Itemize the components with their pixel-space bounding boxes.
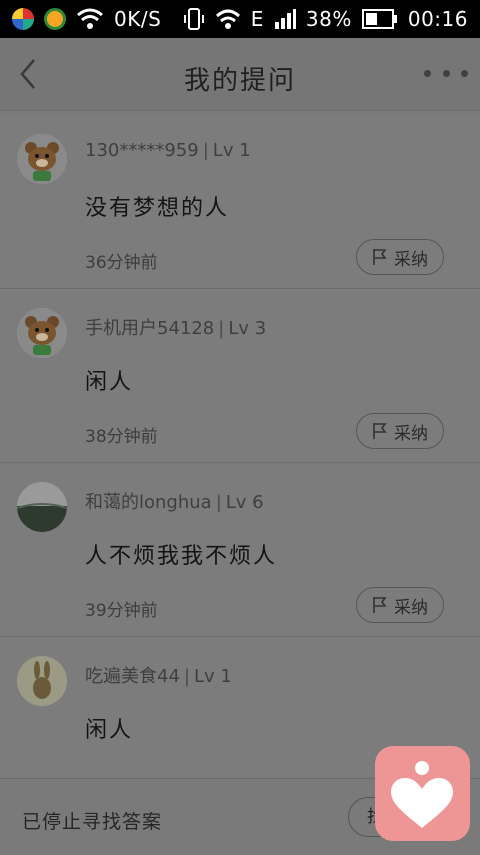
- app-notification-icon: [12, 8, 34, 30]
- question-time: 36分钟前: [85, 253, 158, 273]
- more-options-button[interactable]: [424, 58, 468, 88]
- question-item[interactable]: 手机用户54128 | Lv 3 闲人 38分钟前 采纳: [0, 290, 480, 463]
- question-time: 39分钟前: [85, 601, 158, 621]
- adopt-button[interactable]: 采纳: [356, 587, 444, 623]
- adopt-label: 采纳: [394, 597, 428, 618]
- network-type: E: [250, 7, 264, 31]
- flag-icon: [373, 249, 387, 265]
- app-notification-icon-2: [44, 8, 66, 30]
- meta-separator: |: [202, 140, 209, 161]
- question-item[interactable]: 和蔼的longhua | Lv 6 人不烦我我不烦人 39分钟前 采纳: [0, 464, 480, 637]
- floating-heart-button[interactable]: [375, 746, 470, 841]
- network-speed: 0K/S: [114, 7, 162, 31]
- more-dot-icon: [461, 69, 468, 77]
- question-meta: 吃遍美食44 | Lv 1: [85, 662, 232, 688]
- battery-percent: 38%: [305, 7, 352, 31]
- status-bar: 0K/S E 38% 00:16: [0, 0, 480, 38]
- top-navigation: 我的提问: [0, 38, 480, 111]
- question-meta: 130*****959 | Lv 1: [85, 140, 251, 161]
- battery-icon: [361, 9, 397, 29]
- more-dot-icon: [442, 69, 450, 77]
- username[interactable]: 手机用户54128: [85, 318, 214, 339]
- more-dot-icon: [424, 69, 431, 77]
- wifi-icon: [77, 8, 103, 29]
- question-text[interactable]: 闲人: [85, 712, 133, 744]
- question-meta: 手机用户54128 | Lv 3: [85, 314, 266, 340]
- username[interactable]: 吃遍美食44: [85, 666, 180, 687]
- cell-signal-icon: [274, 9, 296, 29]
- question-text[interactable]: 没有梦想的人: [85, 190, 229, 222]
- adopt-label: 采纳: [394, 423, 428, 444]
- question-list[interactable]: 130*****959 | Lv 1 没有梦想的人 36分钟前 采纳 手机用户5…: [0, 116, 480, 776]
- user-avatar[interactable]: [17, 482, 67, 532]
- user-level: Lv 1: [212, 140, 251, 161]
- question-text[interactable]: 人不烦我我不烦人: [85, 538, 277, 570]
- flag-icon: [373, 597, 387, 613]
- bear-avatar-icon: [17, 134, 67, 184]
- question-meta: 和蔼的longhua | Lv 6: [85, 488, 264, 514]
- meta-separator: |: [215, 492, 222, 513]
- meta-separator: |: [183, 666, 190, 687]
- username[interactable]: 130*****959: [85, 140, 199, 161]
- user-level: Lv 1: [193, 666, 232, 687]
- vibrate-icon: [183, 8, 204, 30]
- adopt-button[interactable]: 采纳: [356, 239, 444, 275]
- landscape-avatar-icon: [17, 482, 67, 532]
- question-time: 38分钟前: [85, 427, 158, 447]
- status-message: 已停止寻找答案: [22, 811, 163, 833]
- question-text[interactable]: 闲人: [85, 364, 133, 396]
- user-level: Lv 3: [228, 318, 267, 339]
- clock: 00:16: [407, 7, 468, 31]
- user-avatar[interactable]: [17, 134, 67, 184]
- wifi-signal-icon: [215, 9, 240, 29]
- bear-avatar-icon: [17, 308, 67, 358]
- meta-separator: |: [218, 318, 225, 339]
- user-level: Lv 6: [225, 492, 264, 513]
- adopt-label: 采纳: [394, 249, 428, 270]
- user-avatar[interactable]: [17, 656, 67, 706]
- flag-icon: [373, 423, 387, 439]
- username[interactable]: 和蔼的longhua: [85, 492, 212, 513]
- heart-person-icon: [391, 761, 453, 828]
- user-avatar[interactable]: [17, 308, 67, 358]
- question-item[interactable]: 130*****959 | Lv 1 没有梦想的人 36分钟前 采纳: [0, 116, 480, 289]
- adopt-button[interactable]: 采纳: [356, 413, 444, 449]
- page-title: 我的提问: [183, 66, 296, 96]
- rabbit-avatar-icon: [17, 656, 67, 706]
